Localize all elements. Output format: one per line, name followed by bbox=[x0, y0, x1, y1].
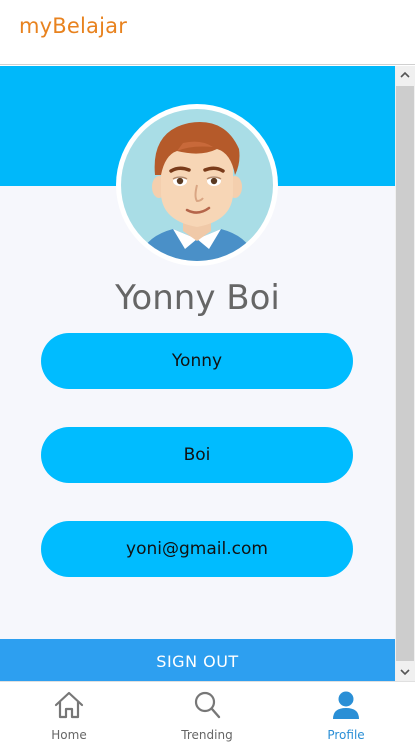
scroll-down-icon[interactable] bbox=[395, 663, 415, 681]
nav-item-profile[interactable]: Profile bbox=[277, 682, 415, 746]
nav-item-trending[interactable]: Trending bbox=[138, 682, 276, 746]
nav-label-home: Home bbox=[51, 728, 87, 742]
sign-out-button[interactable]: SIGN OUT bbox=[0, 639, 395, 681]
profile-display-name: Yonny Boi bbox=[115, 278, 280, 318]
app-header: myBelajar bbox=[0, 0, 415, 65]
bottom-navigation: Home Trending Profile bbox=[0, 681, 415, 745]
avatar-frame bbox=[116, 104, 278, 266]
person-icon bbox=[333, 691, 359, 719]
nav-label-trending: Trending bbox=[181, 728, 233, 742]
profile-content[interactable]: Yonny Boi Yonny Boi yoni@gmail.com SIGN … bbox=[0, 66, 395, 681]
last-name-field[interactable]: Boi bbox=[41, 427, 353, 483]
search-icon bbox=[194, 691, 221, 719]
avatar bbox=[121, 109, 273, 261]
home-icon bbox=[54, 691, 84, 719]
app-title: myBelajar bbox=[19, 14, 128, 38]
avatar-illustration bbox=[139, 122, 255, 261]
nav-label-profile: Profile bbox=[327, 728, 365, 742]
scrollbar-thumb[interactable] bbox=[396, 86, 414, 661]
scroll-up-icon[interactable] bbox=[395, 66, 415, 84]
vertical-scrollbar[interactable] bbox=[395, 66, 415, 681]
first-name-field[interactable]: Yonny bbox=[41, 333, 353, 389]
email-field[interactable]: yoni@gmail.com bbox=[41, 521, 353, 577]
nav-item-home[interactable]: Home bbox=[0, 682, 138, 746]
